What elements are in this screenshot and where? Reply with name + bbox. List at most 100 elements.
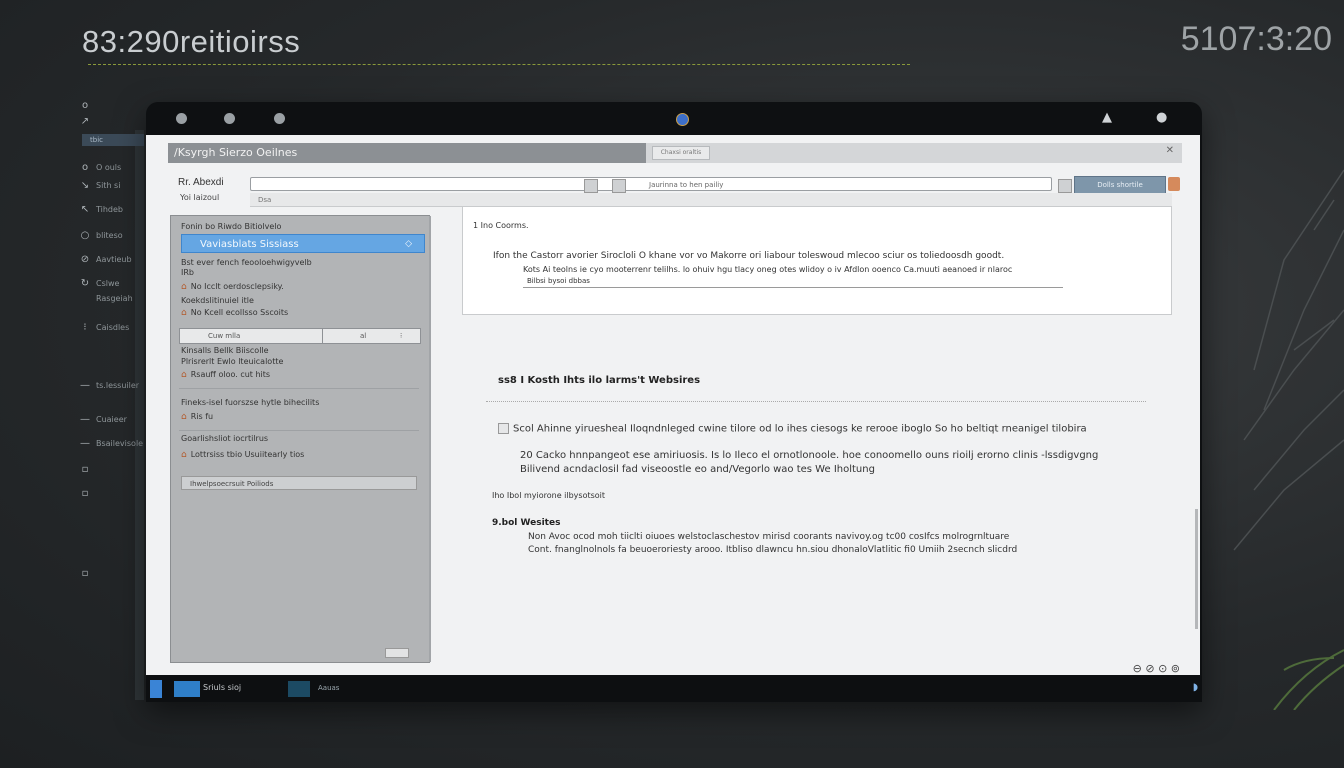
dock-icon: ⁝: [83, 322, 87, 333]
dock-item[interactable]: ↻ Cslwe: [80, 278, 120, 289]
dotted-separator: [486, 401, 1146, 402]
list-item[interactable]: Scol Ahinne yiruesheal Iloqndnleged cwin…: [498, 423, 1087, 435]
sidebar-item[interactable]: Kinsalls Bellk Biiscolle: [181, 346, 269, 355]
home-icon: ⌂: [181, 450, 187, 460]
dock-icon: —: [80, 438, 90, 449]
sidebar-item[interactable]: ⌂ No Kcell ecollsso Sscoits: [181, 308, 288, 318]
dock-item[interactable]: — Bsailevisole: [80, 438, 143, 449]
power-icon[interactable]: ●: [1156, 110, 1167, 125]
tray-icon[interactable]: ◗: [1193, 682, 1198, 693]
sidebar-item[interactable]: IRb: [181, 268, 194, 277]
eject-icon[interactable]: ▲: [1102, 110, 1112, 125]
home-icon: ⌂: [181, 308, 187, 318]
dock-label: Sith si: [96, 181, 121, 190]
dock-icon: —: [80, 414, 90, 425]
sidebar-item[interactable]: Goarlishsliot iocrtilrus: [181, 434, 268, 443]
section-heading: ss8 I Kosth Ihts ilo larms't Websires: [498, 375, 701, 386]
status-icons[interactable]: ⊖ ⊘ ⊙ ⊚: [1133, 662, 1180, 675]
toolbar-more-icon[interactable]: ⁝: [400, 329, 402, 343]
sidebar-item-label: Fineks-isel fuorszse hytle bihecilits: [181, 398, 320, 407]
sidebar-item-label: No Kcell ecollsso Sscoits: [190, 308, 289, 317]
sidebar-toolbar[interactable]: Cuw mlla al ⁝: [179, 328, 421, 344]
stop-button[interactable]: [1168, 177, 1180, 191]
go-icon[interactable]: [612, 179, 626, 193]
sidebar-item[interactable]: Plrisrerlt Ewlo lteuicalotte: [181, 357, 283, 366]
content-scrollbar[interactable]: [1195, 509, 1198, 629]
sidebar-item-label: Plrisrerlt Ewlo lteuicalotte: [181, 357, 284, 366]
checkbox[interactable]: [498, 423, 509, 434]
dock-item[interactable]: ▫: [80, 568, 90, 579]
dock-label: Cuaieer: [96, 415, 127, 424]
sidebar-item[interactable]: Koekdslitinuiel itle: [181, 296, 254, 305]
dock-item[interactable]: o: [80, 100, 90, 111]
dock-label: Tihdeb: [96, 205, 124, 214]
window-close-button[interactable]: [176, 113, 187, 124]
app-header-right: Chaxsi oraltis ✕: [646, 143, 1182, 163]
sidebar-divider: [179, 388, 419, 389]
toolbar-separator: [322, 329, 323, 343]
close-icon[interactable]: ✕: [1166, 145, 1174, 156]
address-bar[interactable]: Jaurinna to hen pailiy: [250, 177, 1052, 191]
sidebar-action-bar[interactable]: Ihwelpsoecrsuit Poiliods: [181, 476, 417, 490]
dock-label: O ouls: [96, 163, 122, 172]
home-icon: ⌂: [181, 370, 187, 380]
taskbar-app-2-label: Aauas: [318, 684, 340, 692]
taskbar-app-1[interactable]: [174, 681, 200, 697]
sidebar-item[interactable]: Bst ever fench feooloehwigyvelb: [181, 258, 312, 267]
paragraph-line: Cont. fnanglnolnols fa beuoeroriesty aro…: [528, 545, 1018, 555]
dock-label: Caisdles: [96, 323, 130, 332]
paragraph-line: Non Avoc ocod moh tiiclti oiuoes welstoc…: [528, 532, 1010, 542]
header-pill[interactable]: Chaxsi oraltis: [652, 146, 710, 160]
settings-icon[interactable]: [1058, 179, 1072, 193]
dock-tab[interactable]: tbic: [82, 134, 144, 146]
home-icon: ⌂: [181, 282, 187, 292]
action-button[interactable]: Dolls shortile: [1074, 176, 1166, 194]
dock-item[interactable]: ○ bliteso: [80, 230, 123, 241]
sidebar-item[interactable]: ⌂ Rsauff oloo. cut hits: [181, 370, 270, 380]
dock-icon: —: [80, 380, 90, 391]
dock-item[interactable]: ↖ Tihdeb: [80, 204, 123, 215]
taskbar: Sriuls sioj Aauas ◗: [146, 676, 1202, 702]
side-sublabel: Yoi laizoul: [180, 193, 220, 202]
sidebar-item-selected[interactable]: Vaviasblats Sissiass ◇: [181, 234, 425, 253]
sidebar-item-label: Vaviasblats Sissiass: [200, 239, 299, 250]
home-icon: ⌂: [181, 412, 187, 422]
dot-icon: o: [81, 100, 89, 111]
dock-item[interactable]: ↘ Sith si: [80, 180, 121, 191]
dock-item[interactable]: ▫: [80, 464, 90, 475]
sidebar-item[interactable]: ⌂ Ris fu: [181, 412, 213, 422]
sidebar-item-label: IRb: [181, 268, 194, 277]
toolbar-right-label[interactable]: al: [360, 329, 366, 343]
window-maximize-button[interactable]: [274, 113, 285, 124]
sidebar-item[interactable]: Fineks-isel fuorszse hytle bihecilits: [181, 398, 319, 407]
sidebar-item[interactable]: ⌂ No Icclt oerdosclepsiky.: [181, 282, 284, 292]
monitor-top-bar: ▲ ●: [146, 102, 1202, 134]
window-minimize-button[interactable]: [224, 113, 235, 124]
taskbar-app-2[interactable]: [288, 681, 310, 697]
content-line: Kots Ai teolns ie cyo mooterrenr telilhs…: [523, 265, 1013, 274]
toolbar-left-label[interactable]: Cuw mlla: [208, 329, 240, 343]
dock-item[interactable]: Rasgeiah: [80, 294, 133, 303]
dock-item[interactable]: ⊘ Aavtieub: [80, 254, 132, 265]
refresh-icon[interactable]: [584, 179, 598, 193]
dock-item[interactable]: ⁝ Caisdles: [80, 322, 129, 333]
content-panel: 1 Ino Coorms. Ifon the Castorr avorier S…: [462, 207, 1172, 315]
dock-icon: ↻: [80, 278, 90, 289]
dock-item[interactable]: o O ouls: [80, 162, 121, 173]
dock-item[interactable]: ↗: [80, 116, 90, 127]
sidebar-item[interactable]: Fonin bo Riwdo Bitiolvelo: [181, 222, 281, 231]
sidebar-item-label: Kinsalls Bellk Biiscolle: [181, 346, 269, 355]
list-item-text: Scol Ahinne yiruesheal Iloqndnleged cwin…: [513, 423, 1087, 435]
tab-strip[interactable]: Dsa: [250, 193, 1172, 207]
sidebar-scrollbar[interactable]: [429, 216, 431, 662]
sidebar-item[interactable]: ⌂ Lottrsiss tbio Usuiitearly tios: [181, 450, 304, 460]
title-underline: [88, 64, 910, 65]
start-button[interactable]: [150, 680, 162, 698]
sidebar-resize-handle[interactable]: [385, 648, 409, 658]
square-icon: ▫: [81, 464, 89, 475]
dock-icon: ⊘: [80, 254, 90, 265]
left-dock: o ↗ tbic o O ouls ↘ Sith si ↖ Tihdeb ○ blite…: [80, 96, 144, 702]
dock-item[interactable]: — Cuaieer: [80, 414, 127, 425]
dock-item[interactable]: ▫: [80, 488, 90, 499]
dock-item[interactable]: — ts.lessuiler: [80, 380, 139, 391]
